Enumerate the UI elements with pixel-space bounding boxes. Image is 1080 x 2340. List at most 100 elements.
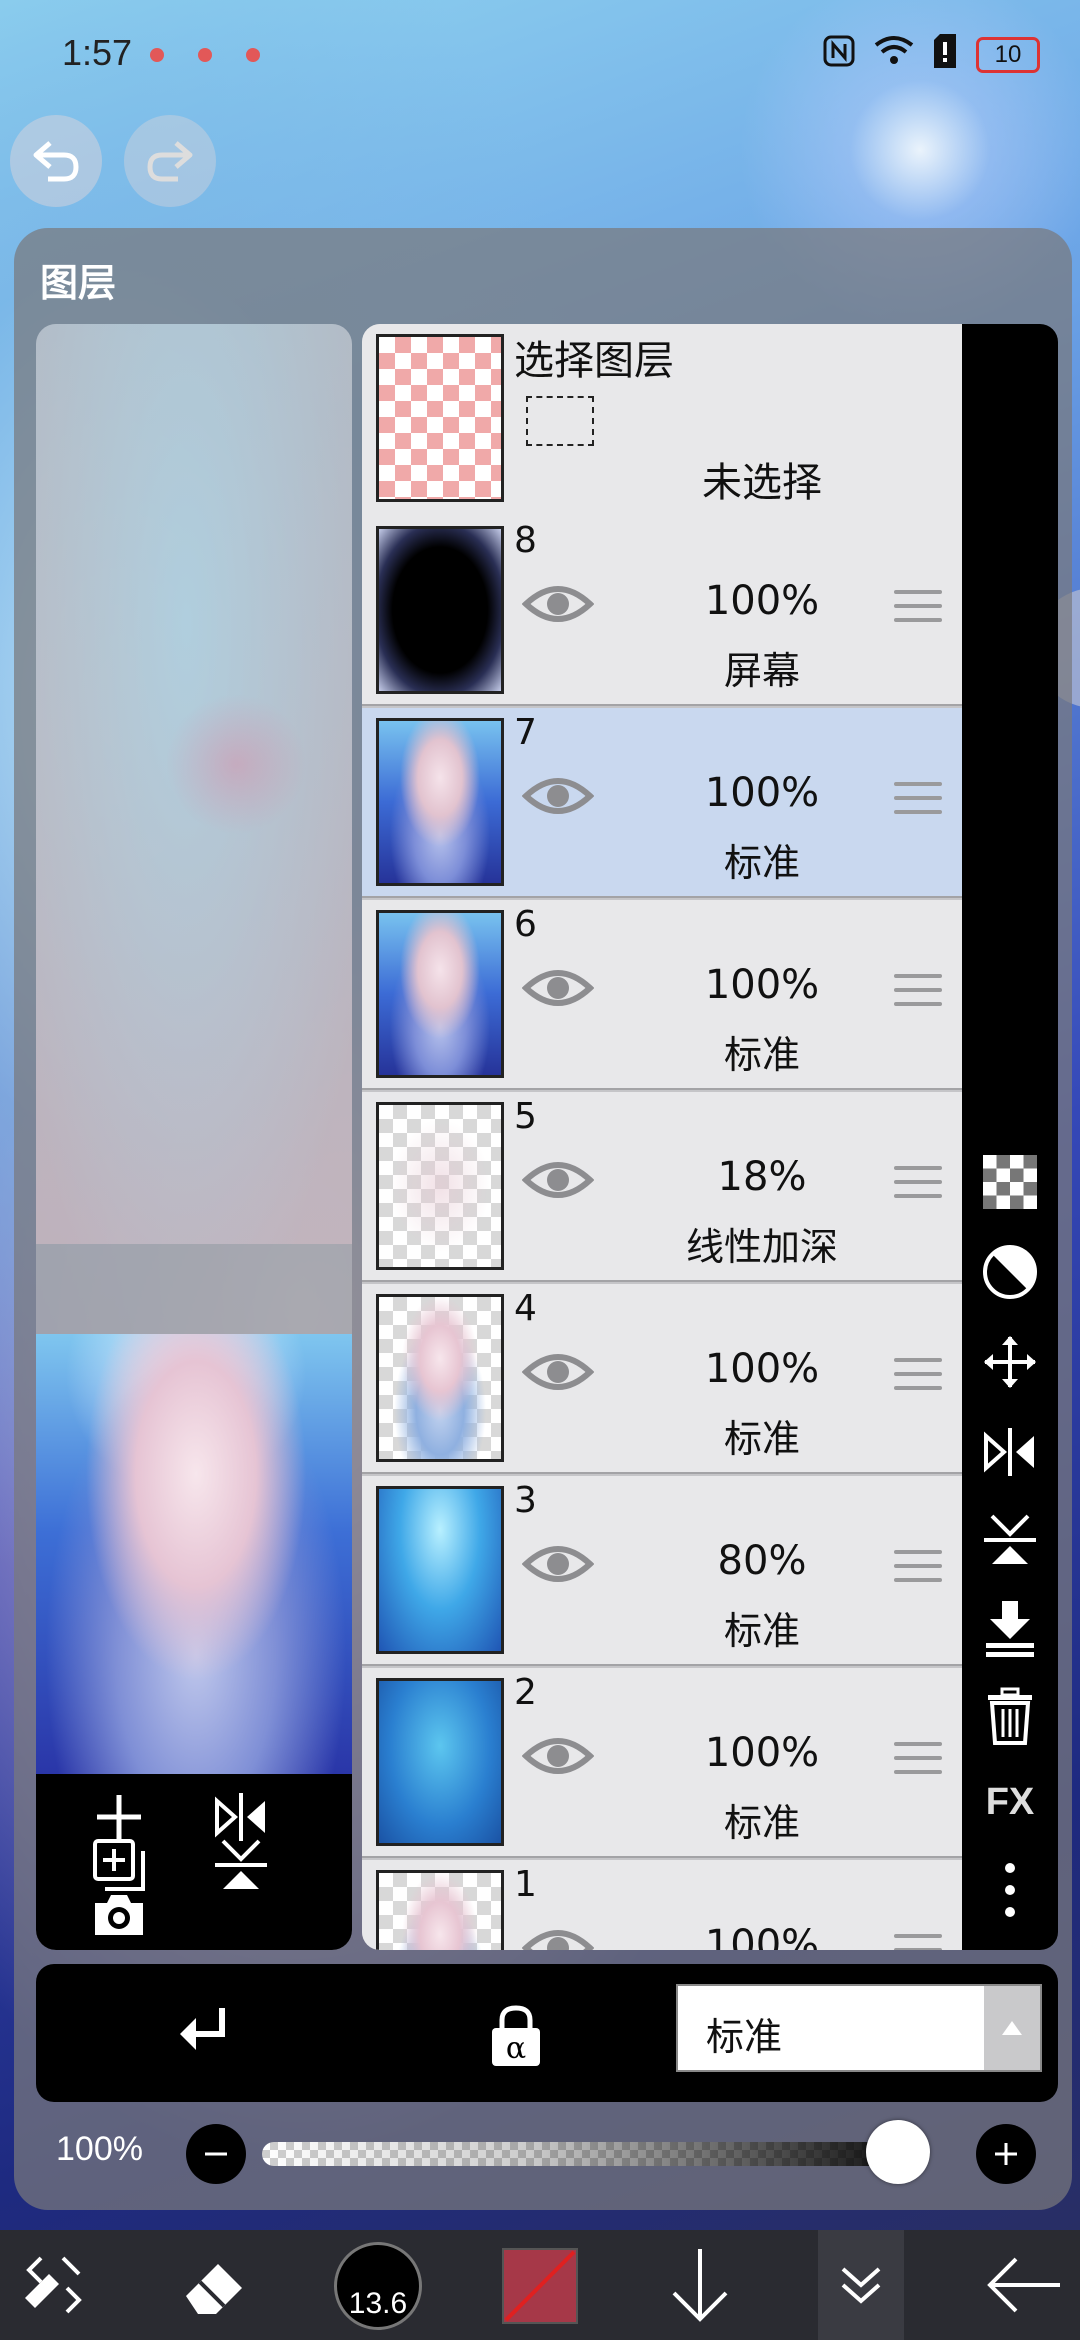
layer-number: 8 bbox=[514, 520, 537, 561]
notification-icon bbox=[246, 48, 260, 62]
layer-number: 3 bbox=[514, 1480, 537, 1521]
drag-handle-icon[interactable] bbox=[894, 1358, 942, 1398]
flip-horizontal-button[interactable] bbox=[980, 1422, 1040, 1482]
layer-row[interactable]: 2 100% 标准 bbox=[362, 1668, 962, 1858]
drag-handle-icon[interactable] bbox=[894, 782, 942, 822]
arrow-left-icon bbox=[987, 2257, 1060, 2313]
selection-thumbnail bbox=[376, 334, 504, 502]
layer-thumbnail bbox=[376, 1102, 504, 1270]
half-circle-icon bbox=[983, 1245, 1037, 1299]
drag-handle-icon[interactable] bbox=[894, 974, 942, 1014]
layer-row[interactable]: 1 100% bbox=[362, 1860, 962, 1950]
drag-handle-icon[interactable] bbox=[894, 1550, 942, 1590]
layer-opacity: 80% bbox=[717, 1538, 807, 1584]
visibility-eye-icon[interactable] bbox=[521, 1540, 595, 1588]
eraser-icon bbox=[186, 2264, 242, 2314]
arrow-down-icon bbox=[672, 2249, 728, 2322]
status-bar: 1:57 10 bbox=[0, 20, 1080, 86]
visibility-eye-icon[interactable] bbox=[521, 1156, 595, 1204]
selection-layer-row[interactable]: 选择图层 未选择 bbox=[362, 324, 962, 518]
merge-down-icon bbox=[986, 1601, 1034, 1657]
fx-button[interactable]: FX bbox=[980, 1772, 1040, 1832]
panel-title: 图层 bbox=[40, 261, 117, 305]
visibility-eye-icon[interactable] bbox=[521, 1924, 595, 1950]
layer-row[interactable]: 8 100% 屏幕 bbox=[362, 516, 962, 706]
brush-size-button[interactable]: 13.6 bbox=[334, 2242, 422, 2330]
opacity-slider[interactable] bbox=[262, 2142, 930, 2166]
opacity-slider-thumb[interactable] bbox=[866, 2120, 930, 2184]
eraser-button[interactable] bbox=[176, 2230, 256, 2340]
flip-vertical-button[interactable] bbox=[980, 1510, 1040, 1570]
visibility-eye-icon[interactable] bbox=[521, 1348, 595, 1396]
clipping-toggle-button[interactable] bbox=[980, 1242, 1040, 1302]
transparency-button[interactable] bbox=[980, 1152, 1040, 1212]
merge-down-button[interactable] bbox=[980, 1598, 1040, 1658]
redo-button[interactable] bbox=[124, 115, 216, 207]
layer-panel: 图层 选择图层 未选择 8 100% 屏幕 7 100% 标准 6 100% 标… bbox=[14, 228, 1072, 2210]
blend-mode-select[interactable]: 标准 bbox=[676, 1984, 1042, 2072]
drag-handle-icon[interactable] bbox=[894, 590, 942, 630]
status-icons: 10 bbox=[822, 34, 1040, 76]
notification-icon bbox=[198, 48, 212, 62]
opacity-label: 100% bbox=[56, 2130, 143, 2168]
wifi-icon bbox=[874, 35, 914, 75]
color-slash-icon bbox=[504, 2250, 576, 2322]
layer-blend-mode: 线性加深 bbox=[685, 1225, 838, 1269]
visibility-eye-icon[interactable] bbox=[521, 1732, 595, 1780]
clipping-button[interactable] bbox=[172, 2004, 236, 2068]
flip-layer-vertical-button[interactable] bbox=[210, 1834, 272, 1896]
trash-icon bbox=[988, 1687, 1032, 1745]
alpha-lock-icon: α bbox=[492, 2005, 540, 2066]
camera-icon bbox=[95, 1895, 143, 1935]
delete-layer-button[interactable] bbox=[980, 1686, 1040, 1746]
layer-row[interactable]: 6 100% 标准 bbox=[362, 900, 962, 1090]
flip-vertical-icon bbox=[215, 1839, 267, 1889]
apply-down-button[interactable] bbox=[660, 2230, 740, 2340]
drag-handle-icon[interactable] bbox=[894, 1166, 942, 1206]
color-swatch-button[interactable] bbox=[502, 2248, 578, 2324]
layer-blend-mode: 标准 bbox=[723, 1033, 800, 1077]
camera-button[interactable] bbox=[88, 1884, 150, 1946]
layer-opacity: 100% bbox=[704, 770, 820, 816]
more-options-button[interactable] bbox=[980, 1860, 1040, 1920]
opacity-increase-button[interactable] bbox=[976, 2124, 1036, 2184]
layer-number: 7 bbox=[514, 712, 537, 753]
layer-number: 2 bbox=[514, 1672, 537, 1713]
flip-vertical-icon bbox=[984, 1514, 1036, 1564]
status-time: 1:57 bbox=[62, 32, 133, 73]
alpha-lock-button[interactable]: α bbox=[484, 2004, 548, 2068]
notification-icon bbox=[150, 48, 164, 62]
selection-marquee-icon bbox=[526, 396, 594, 446]
layer-blend-mode: 屏幕 bbox=[723, 649, 800, 693]
drag-handle-icon[interactable] bbox=[894, 1934, 942, 1950]
layer-opacity: 100% bbox=[704, 578, 820, 624]
layer-row[interactable]: 4 100% 标准 bbox=[362, 1284, 962, 1474]
layer-row[interactable]: 5 18% 线性加深 bbox=[362, 1092, 962, 1282]
visibility-eye-icon[interactable] bbox=[521, 964, 595, 1012]
layer-thumbnail bbox=[376, 1870, 504, 1950]
visibility-eye-icon[interactable] bbox=[521, 580, 595, 628]
layer-row[interactable]: 3 80% 标准 bbox=[362, 1476, 962, 1666]
brush-swap-icon bbox=[25, 2256, 82, 2314]
layer-opacity: 100% bbox=[704, 1730, 820, 1776]
layer-number: 1 bbox=[514, 1864, 537, 1905]
layer-opacity: 100% bbox=[704, 1346, 820, 1392]
tool-switch-button[interactable] bbox=[14, 2230, 94, 2340]
visibility-eye-icon[interactable] bbox=[521, 772, 595, 820]
drag-handle-icon[interactable] bbox=[894, 1742, 942, 1782]
layer-thumbnail bbox=[376, 718, 504, 886]
layer-panel-toggle-button[interactable] bbox=[818, 2230, 904, 2340]
layer-blend-mode: 标准 bbox=[723, 841, 800, 885]
move-layer-button[interactable] bbox=[980, 1332, 1040, 1392]
canvas-sketch-preview bbox=[36, 324, 352, 1244]
layer-preview-column bbox=[36, 324, 352, 1950]
layer-blend-mode: 标准 bbox=[723, 1801, 800, 1845]
layer-thumbnail bbox=[376, 1678, 504, 1846]
layer-thumbnail bbox=[376, 1294, 504, 1462]
layer-list[interactable]: 选择图层 未选择 8 100% 屏幕 7 100% 标准 6 100% 标准 5 18% 线性加深 4 1… bbox=[362, 324, 962, 1950]
back-button[interactable] bbox=[982, 2230, 1066, 2340]
layer-row[interactable]: 7 100% 标准 bbox=[362, 708, 962, 898]
undo-button[interactable] bbox=[10, 115, 102, 207]
opacity-decrease-button[interactable] bbox=[186, 2124, 246, 2184]
minus-icon bbox=[205, 2152, 227, 2156]
